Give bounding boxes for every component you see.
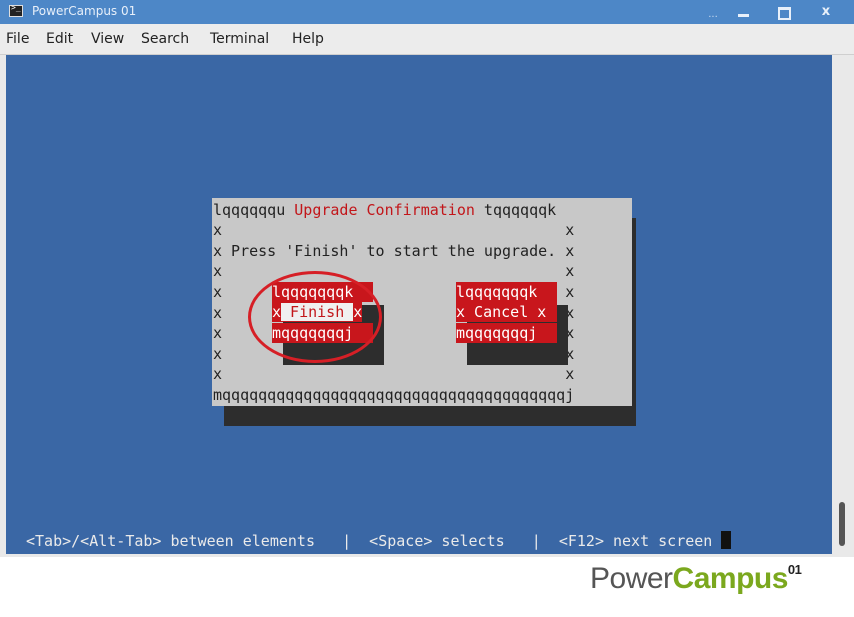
terminal-cursor — [721, 531, 732, 549]
window-title: PowerCampus 01 — [32, 4, 137, 18]
menu-search[interactable]: Search — [141, 31, 189, 47]
maximize-icon[interactable] — [770, 0, 798, 24]
terminal-area[interactable]: lqqqqqqu Upgrade Confirmation tqqqqqqk x… — [6, 55, 832, 554]
dialog-border-line: x x — [213, 365, 575, 383]
scrollbar[interactable] — [834, 55, 852, 554]
dialog-top-border: lqqqqqqu Upgrade Confirmation tqqqqqqk — [213, 201, 557, 219]
highlight-circle-annotation — [248, 271, 382, 363]
menu-view[interactable]: View — [91, 31, 124, 47]
menu-bar: File Edit View Search Terminal Help — [0, 24, 854, 55]
dialog-border-line: x x — [213, 221, 575, 239]
status-bar: <Tab>/<Alt-Tab> between elements | <Spac… — [26, 531, 732, 551]
menu-file[interactable]: File — [6, 31, 29, 47]
cancel-button-bottom[interactable]: mqqqqqqqj — [456, 323, 557, 343]
dialog-title: Upgrade Confirmation — [294, 201, 475, 219]
close-icon[interactable]: x — [812, 0, 840, 24]
cancel-button-top[interactable]: lqqqqqqqk — [456, 282, 557, 302]
terminal-icon — [9, 3, 23, 17]
dialog-border-line: x x — [213, 262, 575, 280]
dialog-message: x Press 'Finish' to start the upgrade. x — [213, 242, 575, 260]
scrollbar-thumb[interactable] — [839, 502, 845, 546]
menu-edit[interactable]: Edit — [46, 31, 73, 47]
dialog-bottom-border: mqqqqqqqqqqqqqqqqqqqqqqqqqqqqqqqqqqqqqqj — [213, 386, 575, 404]
menu-help[interactable]: Help — [292, 31, 324, 47]
menu-terminal[interactable]: Terminal — [210, 31, 269, 47]
title-bar[interactable]: PowerCampus 01 ... x — [0, 0, 854, 24]
minimize-icon[interactable] — [730, 0, 758, 24]
cancel-button[interactable]: x Cancel x — [456, 302, 557, 322]
terminal-window: PowerCampus 01 ... x File Edit View Sear… — [0, 0, 854, 557]
window-menu-dots[interactable]: ... — [698, 0, 728, 24]
powercampus-logo: PowerCampus01 — [590, 562, 802, 595]
